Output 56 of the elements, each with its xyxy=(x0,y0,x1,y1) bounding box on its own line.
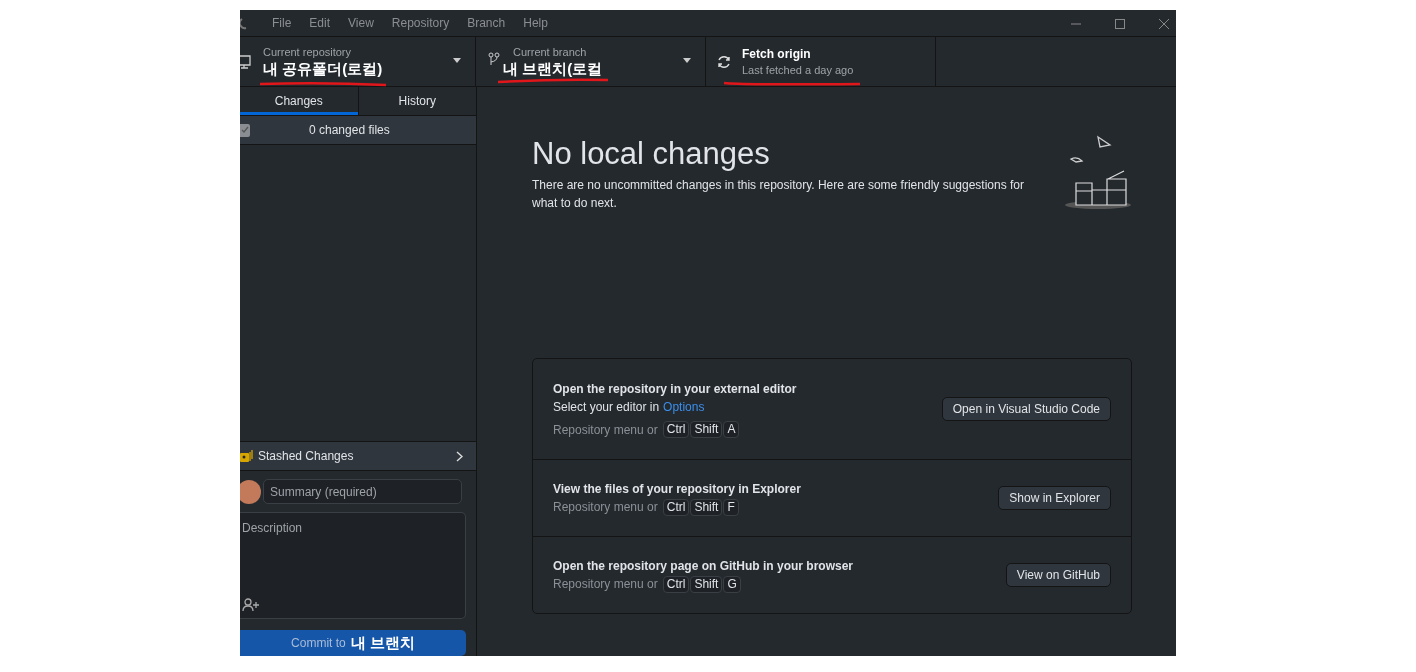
menu-item[interactable]: Repository xyxy=(391,14,450,32)
menu-item[interactable]: Branch xyxy=(467,14,506,32)
add-coauthor-icon[interactable] xyxy=(242,598,260,612)
branch-name: 내 브랜치(로컬 xyxy=(503,58,603,79)
branch-icon xyxy=(488,52,500,66)
computer-icon xyxy=(240,53,252,70)
repository-label: Current repository xyxy=(263,44,353,59)
repository-name: 내 공유폴더(로컬) xyxy=(263,58,383,79)
commit-button[interactable]: Commit to 내 브랜치 xyxy=(240,630,466,656)
select-all-checkbox[interactable] xyxy=(240,123,250,137)
options-link[interactable]: Options xyxy=(663,397,705,416)
branch-selector[interactable]: Current branch 내 브랜치(로컬 xyxy=(476,37,706,86)
menu-item[interactable]: File xyxy=(272,14,292,32)
key: Ctrl xyxy=(662,421,690,438)
fetch-title: Fetch origin xyxy=(742,45,812,62)
stashed-changes-row[interactable]: Stashed Changes xyxy=(240,441,476,471)
summary-field[interactable]: Summary (required) xyxy=(263,479,462,504)
key: Ctrl xyxy=(662,498,690,516)
menu-item[interactable]: Help xyxy=(523,14,548,32)
suggestion-title: Open the repository page on GitHub in your browser xyxy=(553,558,855,575)
no-changes-description: There are no uncommitted changes in this repository. Here are some friendly suggestions for what to do next. xyxy=(532,177,1026,212)
shortcut-hint: Repository menu or xyxy=(553,499,658,516)
chevron-right-icon xyxy=(456,450,463,462)
shortcut-hint: Repository menu or xyxy=(553,421,658,439)
stash-icon xyxy=(240,449,253,463)
key: Ctrl xyxy=(662,575,690,593)
editor-hint: Select your editor in xyxy=(553,398,660,416)
action-button[interactable]: Open in Visual Studio Code xyxy=(941,397,1111,421)
action-button[interactable]: View on GitHub xyxy=(1005,563,1111,587)
key: Shift xyxy=(690,575,723,593)
branch-label: Current branch xyxy=(513,44,588,59)
tab[interactable]: History xyxy=(357,87,476,115)
suggestion-title: View the files of your repository in Explorer xyxy=(553,481,802,498)
close-icon[interactable] xyxy=(1158,17,1170,30)
stashed-changes-label: Stashed Changes xyxy=(258,448,354,465)
changed-files-count: 0 changed files xyxy=(309,122,390,139)
repository-selector[interactable]: Current repository 내 공유폴더(로컬) xyxy=(240,37,476,86)
key: A xyxy=(723,421,740,438)
suggestion-title: Open the repository in your external editor xyxy=(553,380,798,398)
last-fetched-text: Last fetched a day ago xyxy=(742,62,854,78)
caret-icon xyxy=(683,58,691,63)
key: Shift xyxy=(690,498,723,516)
refresh-icon xyxy=(717,54,731,69)
no-changes-heading: No local changes xyxy=(532,137,771,171)
key: F xyxy=(723,498,739,516)
shortcut-hint: Repository menu or xyxy=(553,576,658,593)
menu-item[interactable]: View xyxy=(348,14,374,32)
menu-item[interactable]: Edit xyxy=(309,14,331,32)
key: Shift xyxy=(690,421,723,438)
maximize-icon[interactable] xyxy=(1114,17,1126,30)
caret-icon xyxy=(453,58,461,63)
avatar xyxy=(240,479,261,504)
fetch-origin-button[interactable]: Fetch origin Last fetched a day ago xyxy=(706,37,936,86)
action-button[interactable]: Show in Explorer xyxy=(998,486,1111,510)
description-field[interactable]: Description xyxy=(240,512,466,619)
key: G xyxy=(723,575,741,593)
